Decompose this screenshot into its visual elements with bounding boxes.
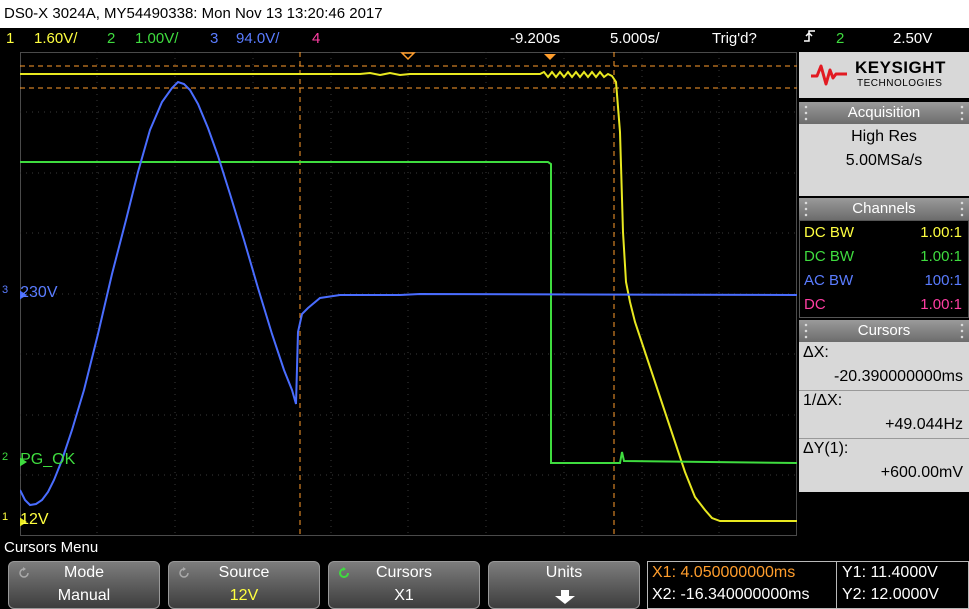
- ch1-scale[interactable]: 1.60V/: [34, 28, 77, 50]
- acquisition-rate: 5.00MSa/s: [845, 152, 923, 169]
- y2-readout: Y2: 12.0000V: [842, 586, 939, 603]
- dy-value: +600.00mV: [880, 464, 963, 481]
- trigger-status: Trig'd?: [712, 30, 757, 47]
- channels-header-label: Channels: [852, 200, 916, 217]
- title-text: DS0-X 3024A, MY54490338: Mon Nov 13 13:2…: [4, 5, 383, 22]
- keysight-wave-icon: [811, 64, 847, 86]
- brand-sub: TECHNOLOGIES: [857, 78, 943, 89]
- ch3-number[interactable]: 3: [210, 28, 218, 50]
- ch3-label-text: 230V: [20, 284, 58, 301]
- cursors-softkey[interactable]: Cursors X1: [328, 561, 480, 609]
- side-panel: KEYSIGHT TECHNOLOGIES Acquisition High R…: [799, 52, 969, 536]
- ch2-scale[interactable]: 1.00V/: [135, 28, 178, 50]
- ch4-number[interactable]: 4: [312, 28, 320, 50]
- ch3-ground-number: 3: [2, 284, 9, 296]
- softkey-top-label: Mode: [63, 564, 105, 581]
- header-grip-icon: [803, 200, 809, 218]
- softkey-bottom-label: 12V: [229, 587, 259, 604]
- softkey-top-label: Source: [218, 564, 270, 581]
- ch3-ground-label[interactable]: 3 230V: [2, 284, 58, 302]
- acquisition-body: High Res 5.00MSa/s: [799, 124, 969, 196]
- header-grip-icon: [959, 104, 965, 122]
- channel-probe-ratio: 1.00:1: [920, 224, 962, 241]
- ch1-number[interactable]: 1: [6, 28, 14, 50]
- channel-probe-ratio: 1.00:1: [920, 248, 962, 265]
- divider: [799, 390, 969, 391]
- channel-row-1[interactable]: DC BW 1.00:1: [804, 221, 962, 245]
- mode-softkey[interactable]: Mode Manual: [8, 561, 160, 609]
- source-softkey[interactable]: Source 12V: [168, 561, 320, 609]
- acquisition-header-label: Acquisition: [847, 104, 921, 121]
- dy-label: ΔY(1):: [803, 440, 849, 457]
- header-grip-icon: [959, 322, 965, 340]
- brand-box: KEYSIGHT TECHNOLOGIES: [799, 52, 969, 98]
- trigger-level[interactable]: 2.50V: [893, 28, 932, 50]
- divider: [836, 562, 837, 608]
- cursors-body: ΔX: -20.390000000ms 1/ΔX: +49.044Hz ΔY(1…: [799, 342, 969, 492]
- channels-body: DC BW 1.00:1 DC BW 1.00:1 AC BW 100:1 DC…: [799, 220, 969, 318]
- divider: [799, 438, 969, 439]
- trigger-source[interactable]: 2: [836, 28, 844, 50]
- softkey-bottom-label: X1: [394, 587, 414, 604]
- header-grip-icon: [803, 104, 809, 122]
- acquisition-header[interactable]: Acquisition: [799, 102, 969, 124]
- ch2-ground-label[interactable]: 2 PG_OK: [2, 451, 75, 469]
- channel-coupling: AC BW: [804, 272, 854, 289]
- title-bar: DS0-X 3024A, MY54490338: Mon Nov 13 13:2…: [0, 0, 969, 28]
- cursors-header[interactable]: Cursors: [799, 320, 969, 342]
- timebase-value[interactable]: 5.000ꜱ/: [610, 28, 660, 50]
- waveform-display[interactable]: [20, 52, 797, 536]
- ch1-label-text: 12V: [20, 511, 49, 528]
- delay-value[interactable]: -9.200ꜱ: [510, 28, 560, 50]
- down-arrow-icon: [555, 590, 575, 604]
- channel-coupling: DC BW: [804, 248, 854, 265]
- x2-readout: X2: -16.340000000ms: [652, 586, 810, 603]
- ch2-label-text: PG_OK: [20, 451, 76, 468]
- trigger-edge-icon: [803, 28, 817, 51]
- ch2-ground-number: 2: [2, 451, 9, 463]
- channel-probe-ratio: 100:1: [924, 272, 962, 289]
- softkey-top-label: Units: [545, 564, 583, 581]
- header-grip-icon: [803, 322, 809, 340]
- header-grip-icon: [959, 200, 965, 218]
- ch2-number[interactable]: 2: [107, 28, 115, 50]
- channel-row-2[interactable]: DC BW 1.00:1: [804, 245, 962, 269]
- channel-coupling: DC BW: [804, 224, 854, 241]
- x1-readout: X1: 4.050000000ms: [652, 564, 796, 581]
- acquisition-mode: High Res: [851, 128, 917, 145]
- cursors-header-label: Cursors: [857, 322, 911, 339]
- softkey-top-label: Cursors: [375, 564, 432, 581]
- inv-dx-value: +49.044Hz: [885, 416, 963, 433]
- ch3-scale[interactable]: 94.0V/: [236, 28, 279, 50]
- inv-dx-label: 1/ΔX:: [803, 392, 843, 409]
- channel-row-4[interactable]: DC 1.00:1: [804, 293, 962, 317]
- dx-label: ΔX:: [803, 344, 829, 361]
- cursor-readout: X1: 4.050000000ms X2: -16.340000000ms Y1…: [647, 561, 969, 609]
- menu-title: Cursors Menu: [4, 539, 99, 556]
- channel-scale-bar: 1 1.60V/ 2 1.00V/ 3 94.0V/ 4 -9.200ꜱ 5.0…: [0, 28, 969, 50]
- channel-probe-ratio: 1.00:1: [920, 296, 962, 313]
- channels-header[interactable]: Channels: [799, 198, 969, 220]
- units-softkey[interactable]: Units: [488, 561, 640, 609]
- channel-row-3[interactable]: AC BW 100:1: [804, 269, 962, 293]
- softkey-bottom-label: Manual: [57, 587, 111, 604]
- ch1-ground-label[interactable]: 1 12V: [2, 511, 49, 529]
- dx-value: -20.390000000ms: [834, 368, 963, 385]
- brand-name: KEYSIGHT: [855, 58, 946, 77]
- channel-coupling: DC: [804, 296, 826, 313]
- y1-readout: Y1: 11.4000V: [842, 564, 938, 581]
- ch1-ground-number: 1: [2, 511, 9, 523]
